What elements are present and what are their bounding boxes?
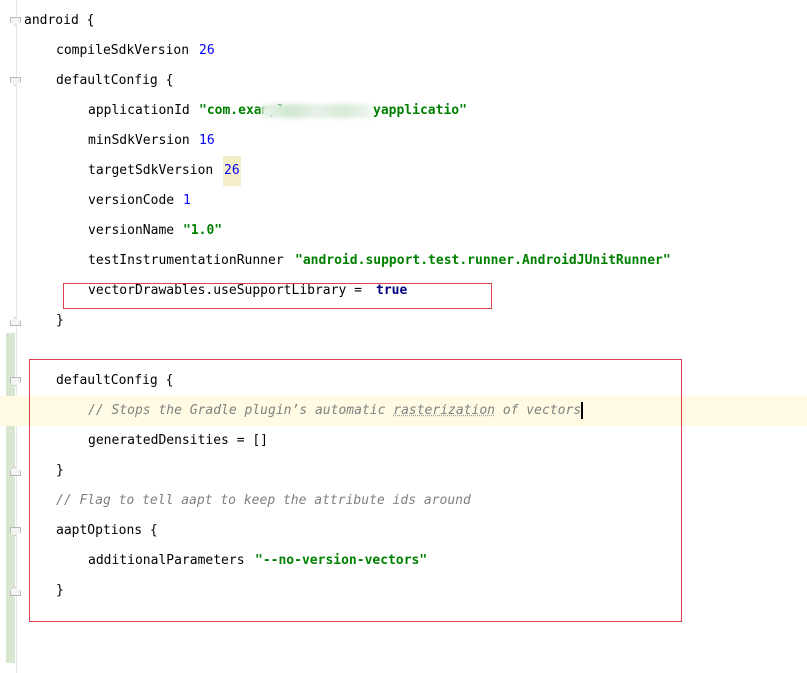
- code-line[interactable]: applicationId "com.exampl yapplicatio": [0, 96, 807, 126]
- code-key: minSdkVersion: [88, 133, 190, 148]
- code-key: targetSdkVersion: [88, 163, 214, 178]
- code-number: 26: [223, 156, 241, 186]
- code-text: defaultConfig {: [56, 73, 174, 88]
- code-number: 16: [199, 133, 215, 148]
- code-string: "android.support.test.runner.AndroidJUni…: [295, 253, 671, 268]
- code-key: applicationId: [88, 103, 190, 118]
- code-line[interactable]: compileSdkVersion 26: [0, 36, 807, 66]
- code-key: versionName: [88, 223, 175, 238]
- code-number: 1: [183, 193, 191, 208]
- code-line[interactable]: minSdkVersion 16: [0, 126, 807, 156]
- code-line[interactable]: defaultConfig {: [0, 66, 807, 96]
- code-key: compileSdkVersion: [56, 43, 190, 58]
- code-number: 26: [199, 43, 215, 58]
- code-line[interactable]: testInstrumentationRunner "android.suppo…: [0, 246, 807, 276]
- code-line[interactable]: android {: [0, 6, 807, 36]
- code-key: testInstrumentationRunner: [88, 253, 284, 268]
- code-string: yapplicatio": [373, 103, 467, 118]
- code-line[interactable]: }: [0, 306, 807, 336]
- code-line[interactable]: targetSdkVersion 26: [0, 156, 807, 186]
- code-text: android {: [24, 13, 95, 28]
- code-text: }: [56, 313, 64, 328]
- highlight-box: [63, 283, 492, 309]
- code-key: versionCode: [88, 193, 175, 208]
- code-string: "1.0": [183, 223, 223, 238]
- code-line[interactable]: versionName "1.0": [0, 216, 807, 246]
- code-line[interactable]: versionCode 1: [0, 186, 807, 216]
- highlight-box: [29, 359, 682, 622]
- redacted-region: [262, 96, 372, 126]
